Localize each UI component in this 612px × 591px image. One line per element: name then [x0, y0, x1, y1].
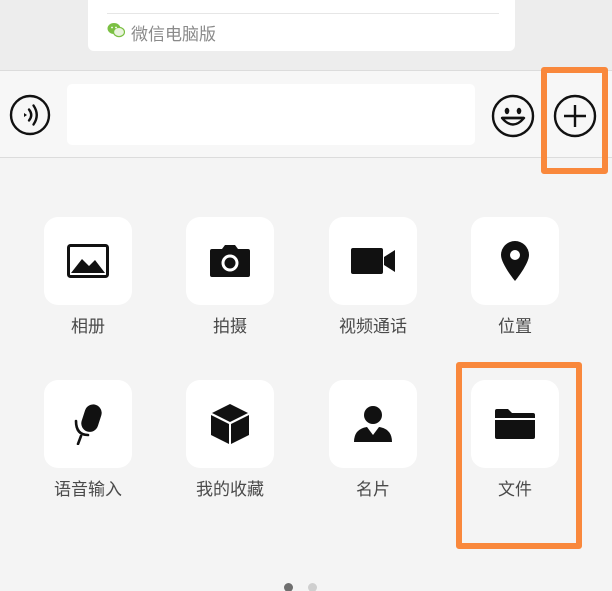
camera-tile[interactable] [186, 217, 274, 305]
location-label: 位置 [498, 317, 532, 337]
voice-input-label: 语音输入 [54, 480, 122, 500]
panel-item-favorites[interactable]: 我的收藏 [170, 380, 290, 510]
wechat-logo-icon [107, 22, 126, 42]
video-call-icon [351, 248, 395, 274]
chat-area: 微信电脑版 [0, 0, 612, 70]
page-dot-1[interactable] [284, 583, 293, 591]
album-label: 相册 [71, 317, 105, 337]
favorites-tile[interactable] [186, 380, 274, 468]
camera-icon [210, 245, 250, 277]
video-call-label: 视频通话 [339, 317, 407, 337]
input-bar [0, 70, 612, 158]
page-dot-2[interactable] [308, 583, 317, 591]
panel-item-voice-input[interactable]: 语音输入 [28, 380, 148, 510]
highlight-box-more-button [541, 67, 608, 174]
voice-input-tile[interactable] [44, 380, 132, 468]
favorites-cube-icon [211, 404, 249, 444]
emoji-button[interactable] [491, 94, 535, 138]
camera-label: 拍摄 [213, 317, 247, 337]
panel-item-camera[interactable]: 拍摄 [170, 217, 290, 347]
panel-item-contact-card[interactable]: 名片 [313, 380, 433, 510]
highlight-box-file [456, 362, 582, 549]
panel-item-video-call[interactable]: 视频通话 [313, 217, 433, 347]
contact-card-label: 名片 [356, 480, 390, 500]
message-source-label: 微信电脑版 [131, 24, 216, 45]
message-input[interactable] [67, 84, 475, 145]
voice-button[interactable] [9, 94, 51, 136]
message-bubble[interactable]: 微信电脑版 [88, 0, 515, 51]
voice-icon [9, 94, 51, 136]
microphone-icon [74, 404, 102, 445]
video-call-tile[interactable] [329, 217, 417, 305]
panel-item-album[interactable]: 相册 [28, 217, 148, 347]
album-tile[interactable] [44, 217, 132, 305]
page-indicator [284, 583, 317, 591]
panel-item-location[interactable]: 位置 [455, 217, 575, 347]
location-tile[interactable] [471, 217, 559, 305]
emoji-icon [491, 94, 535, 138]
location-pin-icon [501, 241, 529, 281]
contact-card-tile[interactable] [329, 380, 417, 468]
photo-album-icon [67, 244, 109, 278]
favorites-label: 我的收藏 [196, 480, 264, 500]
bubble-divider [107, 13, 499, 14]
message-source: 微信电脑版 [107, 21, 216, 45]
contact-card-icon [354, 406, 392, 442]
